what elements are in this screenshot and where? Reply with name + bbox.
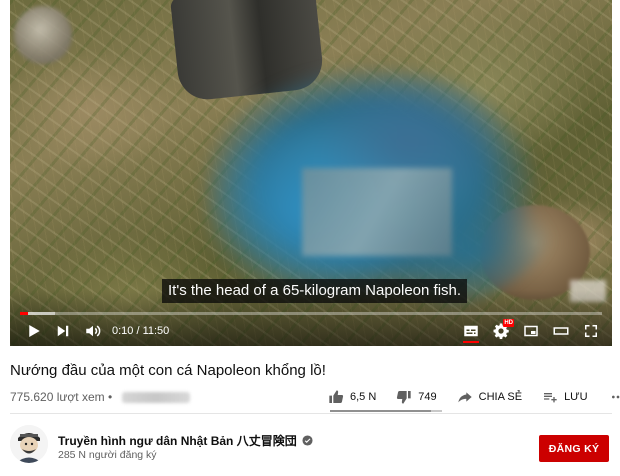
- miniplayer-button[interactable]: [516, 318, 546, 344]
- more-actions-button[interactable]: [610, 389, 620, 405]
- channel-name-row: Truyền hình ngư dân Nhật Bản 八丈冒険団: [58, 432, 313, 449]
- share-label: CHIA SẺ: [478, 391, 523, 403]
- theater-mode-button[interactable]: [546, 318, 576, 344]
- player-controls: 0:10 / 11:50 HD: [10, 318, 612, 344]
- volume-icon: [86, 325, 101, 337]
- add-to-playlist-icon: [544, 393, 557, 403]
- share-button[interactable]: CHIA SẺ: [457, 389, 522, 405]
- blurred-upload-date: [121, 391, 190, 403]
- progress-bar[interactable]: [20, 312, 602, 315]
- channel-name[interactable]: Truyền hình ngư dân Nhật Bản 八丈冒険団: [58, 432, 297, 449]
- like-dislike-ratio-bar: [330, 410, 442, 412]
- like-ratio-fill: [330, 410, 431, 412]
- volume-button[interactable]: [78, 318, 108, 344]
- video-player[interactable]: It's the head of a 65-kilogram Napoleon …: [10, 0, 612, 346]
- views-separator: •: [104, 390, 116, 404]
- subscribe-button[interactable]: ĐĂNG KÝ: [539, 435, 609, 462]
- fullscreen-icon: [585, 325, 597, 337]
- thumbs-down-icon: [397, 391, 411, 404]
- blurred-region: [302, 168, 452, 256]
- channel-avatar-image: [10, 425, 48, 463]
- save-label: LƯU: [564, 391, 588, 403]
- like-count: 6,5 N: [350, 391, 377, 403]
- save-button[interactable]: LƯU: [542, 389, 588, 405]
- captions-active-indicator: [463, 341, 479, 343]
- channel-avatar[interactable]: [10, 425, 48, 463]
- next-icon: [57, 325, 69, 337]
- more-horizontal-icon: [611, 395, 619, 399]
- verified-check-icon: [302, 435, 313, 446]
- miniplayer-icon: [524, 325, 538, 337]
- like-button[interactable]: 6,5 N: [328, 389, 376, 405]
- dislike-button[interactable]: 749: [396, 389, 437, 405]
- theater-icon: [553, 327, 569, 335]
- fullscreen-button[interactable]: [576, 318, 606, 344]
- thumbs-up-icon: [329, 390, 344, 403]
- view-count: 775.620 lượt xem: [10, 390, 105, 404]
- settings-button[interactable]: HD: [486, 318, 516, 344]
- progress-played: [20, 312, 29, 315]
- video-actions: 6,5 N 749 CHIA SẺ LƯU: [328, 386, 620, 408]
- hd-badge: HD: [503, 319, 514, 327]
- channel-watermark[interactable]: [14, 6, 72, 64]
- captions-icon: [464, 325, 478, 337]
- video-title: Nướng đầu của một con cá Napoleon khổng …: [10, 362, 326, 379]
- view-count-row: 775.620 lượt xem •: [10, 390, 190, 404]
- share-icon: [457, 392, 472, 403]
- dislike-count: 749: [418, 391, 437, 403]
- divider: [10, 413, 612, 414]
- play-icon: [29, 325, 40, 337]
- captions-button[interactable]: [456, 318, 486, 344]
- subscriber-count: 285 N người đăng ký: [58, 449, 157, 461]
- play-button[interactable]: [18, 318, 48, 344]
- next-button[interactable]: [48, 318, 78, 344]
- time-display: 0:10 / 11:50: [112, 325, 170, 337]
